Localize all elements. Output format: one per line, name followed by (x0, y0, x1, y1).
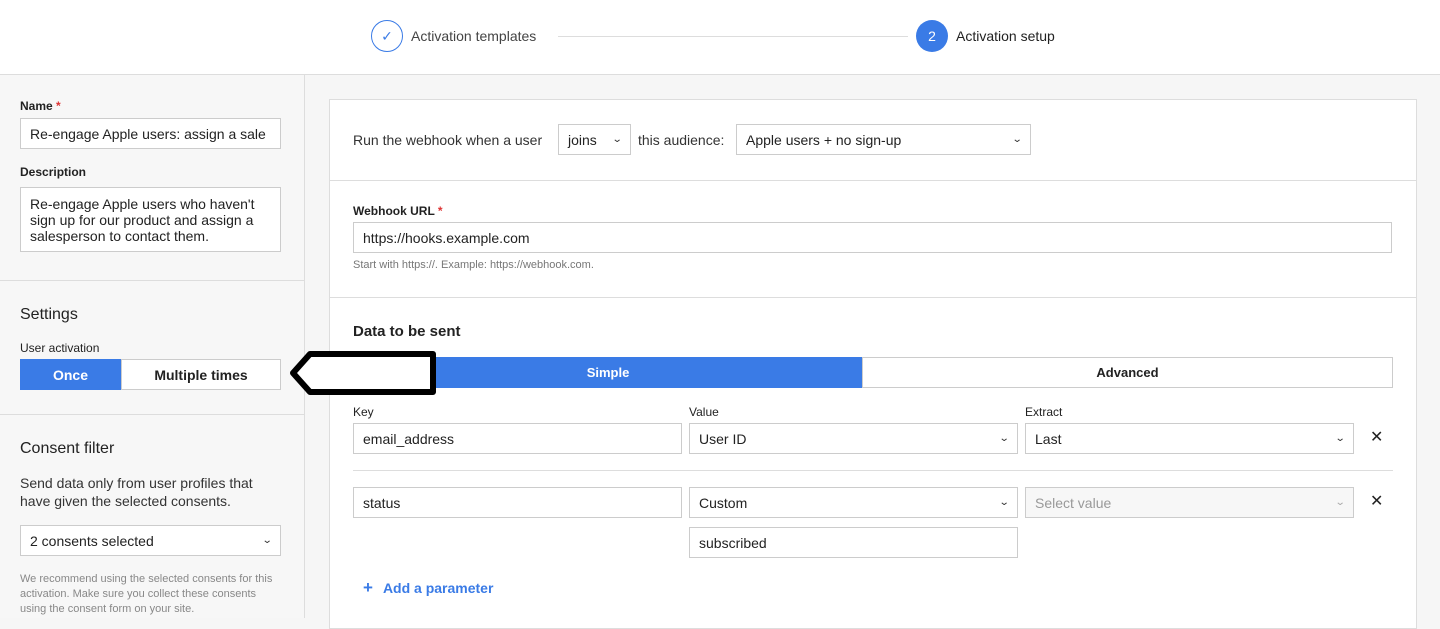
remove-param-icon[interactable]: ✕ (1370, 427, 1383, 447)
description-textarea[interactable]: Re-engage Apple users who haven't sign u… (20, 187, 281, 252)
activation-once-button[interactable]: Once (20, 359, 121, 390)
step-number: 2 (916, 20, 948, 52)
webhook-url-label: Webhook URL * (353, 204, 443, 218)
add-parameter-button[interactable]: + Add a parameter (363, 578, 494, 597)
param-value: Custom (699, 494, 748, 511)
chevron-down-icon: ⌄ (261, 535, 273, 546)
param-value-select[interactable]: User ID ⌄ (689, 423, 1018, 454)
data-title: Data to be sent (353, 323, 461, 340)
extract-header: Extract (1025, 405, 1063, 419)
trigger-prefix: Run the webhook when a user (353, 132, 543, 148)
chevron-down-icon: ⌄ (1334, 497, 1346, 508)
webhook-url-hint: Start with https://. Example: https://we… (353, 259, 594, 271)
tab-advanced[interactable]: Advanced (862, 357, 1393, 388)
plus-icon: + (363, 578, 373, 597)
chevron-down-icon: ⌄ (611, 134, 623, 145)
param-extract-select-disabled[interactable]: Select value ⌄ (1025, 487, 1354, 518)
consent-description: Send data only from user profiles that h… (20, 475, 253, 509)
name-label: Name * (20, 99, 61, 113)
consent-select[interactable]: 2 consents selected ⌄ (20, 525, 281, 556)
trigger-event-value: joins (568, 131, 597, 148)
param-value: User ID (699, 430, 747, 447)
user-activation-label: User activation (20, 341, 100, 355)
custom-value-input[interactable]: subscribed (689, 527, 1018, 558)
sidebar: Name * Re-engage Apple users: assign a s… (0, 75, 305, 618)
param-extract: Last (1035, 430, 1062, 447)
name-input[interactable]: Re-engage Apple users: assign a sale (20, 118, 281, 149)
annotation-arrow-shape (290, 351, 436, 395)
remove-param-icon[interactable]: ✕ (1370, 491, 1383, 511)
chevron-down-icon: ⌄ (998, 497, 1010, 508)
description-label: Description (20, 165, 87, 179)
main-card: Run the webhook when a user joins ⌄ this … (329, 99, 1417, 629)
audience-value: Apple users + no sign-up (746, 131, 902, 148)
audience-select[interactable]: Apple users + no sign-up ⌄ (736, 124, 1031, 155)
chevron-down-icon: ⌄ (1334, 433, 1346, 444)
param-extract-placeholder: Select value (1035, 494, 1112, 511)
divider (0, 280, 304, 281)
param-extract-select[interactable]: Last ⌄ (1025, 423, 1354, 454)
step-activation-templates[interactable]: Activation templates (411, 28, 536, 44)
add-parameter-label: Add a parameter (382, 580, 494, 596)
param-key-input[interactable]: email_address (353, 423, 682, 454)
trigger-event-select[interactable]: joins ⌄ (558, 124, 631, 155)
chevron-down-icon: ⌄ (998, 433, 1010, 444)
chevron-down-icon: ⌄ (1011, 134, 1023, 145)
param-value-select[interactable]: Custom ⌄ (689, 487, 1018, 518)
check-icon: ✓ (371, 20, 403, 52)
settings-title: Settings (20, 306, 78, 323)
activation-multiple-button[interactable]: Multiple times (121, 359, 281, 390)
key-header: Key (353, 405, 374, 419)
step-connector (558, 36, 908, 37)
consent-note: We recommend using the selected consents… (20, 573, 273, 615)
webhook-url-input[interactable]: https://hooks.example.com (353, 222, 1392, 253)
stepper-header: ✓ Activation templates 2 Activation setu… (0, 0, 1440, 75)
divider (330, 180, 1416, 181)
annotation-arrow-callout (290, 351, 436, 395)
divider (330, 297, 1416, 298)
divider (0, 414, 304, 415)
param-key-input[interactable]: status (353, 487, 682, 518)
value-header: Value (689, 405, 719, 419)
trigger-middle: this audience: (638, 132, 725, 148)
consent-title: Consent filter (20, 440, 115, 457)
consent-select-value: 2 consents selected (30, 532, 154, 549)
step-activation-setup: Activation setup (956, 28, 1055, 44)
divider (353, 470, 1393, 471)
